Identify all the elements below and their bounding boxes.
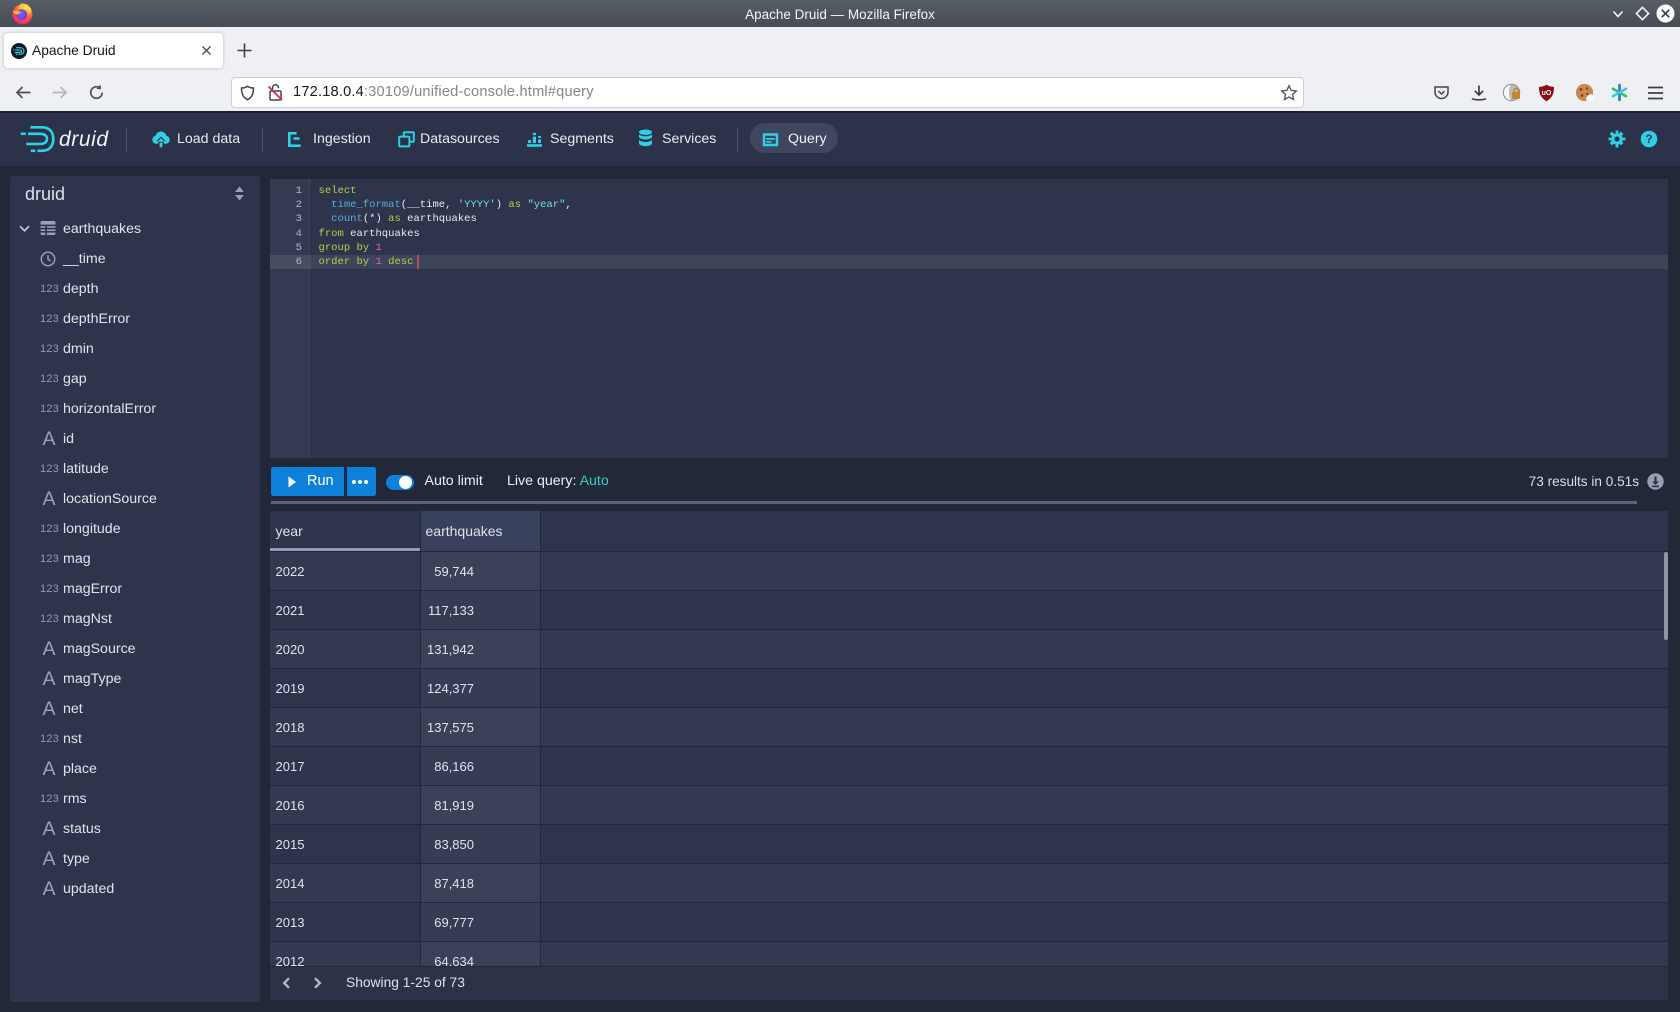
svg-text:uO: uO <box>1542 90 1552 97</box>
svg-text:?: ? <box>1645 134 1652 146</box>
